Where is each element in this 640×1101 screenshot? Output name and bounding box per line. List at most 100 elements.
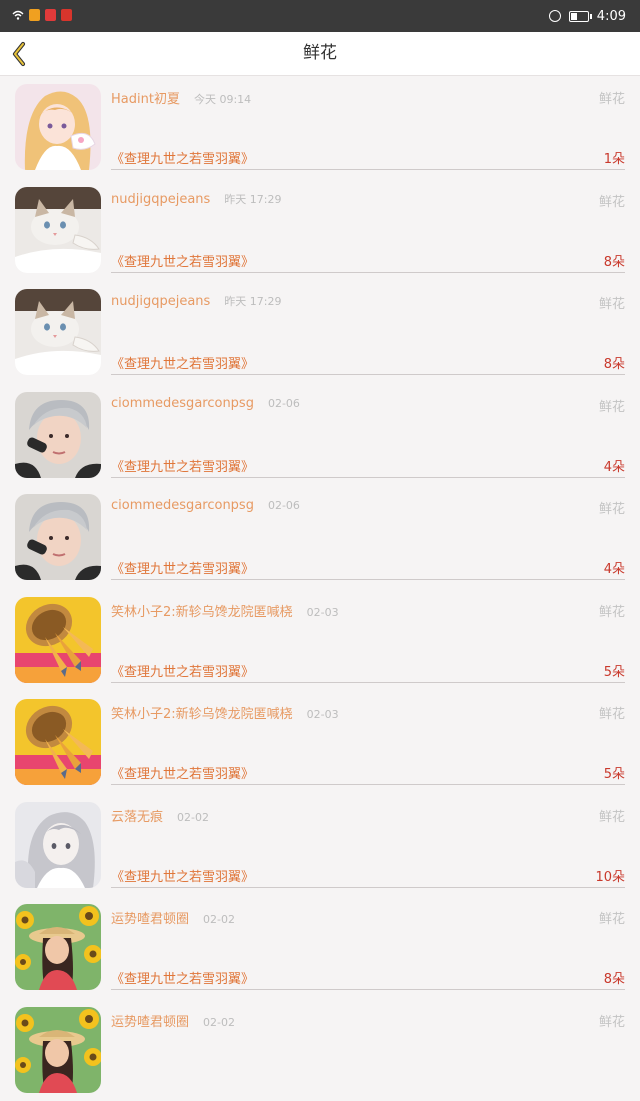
list-item[interactable]: 笑林小子2:新轸乌馋龙院匿喊桡 02-03 鲜花 《查理九世之若雪羽翼》 5朵 [0, 589, 640, 692]
username[interactable]: 笑林小子2:新轸乌馋龙院匿喊桡 02-03 [111, 601, 339, 620]
list-item[interactable]: 运势喳君顿圈 02-02 鲜花 [0, 999, 640, 1101]
sunflower-girl-avatar[interactable] [15, 904, 101, 990]
username-text: ciommedesgarconpsg [111, 498, 254, 513]
username-text: ciommedesgarconpsg [111, 396, 254, 411]
kitten-avatar[interactable] [15, 187, 101, 273]
username[interactable]: nudjigqpejeans 昨天 17:29 [111, 293, 282, 309]
username-text: 笑林小子2:新轸乌馋龙院匿喊桡 [111, 605, 293, 620]
divider [111, 579, 625, 580]
divider [111, 169, 625, 170]
username[interactable]: ciommedesgarconpsg 02-06 [111, 498, 300, 513]
status-icons-left [12, 9, 72, 21]
gift-category: 鲜花 [599, 498, 625, 517]
nav-bar: 鲜花 [0, 32, 640, 76]
username-text: Hadint初夏 [111, 92, 180, 107]
list-item[interactable]: nudjigqpejeans 昨天 17:29 鲜花 《查理九世之若雪羽翼》 8朵 [0, 179, 640, 282]
username[interactable]: 笑林小子2:新轸乌馋龙院匿喊桡 02-03 [111, 703, 339, 722]
divider [111, 989, 625, 990]
gift-category: 鲜花 [599, 1011, 625, 1030]
flower-count: 4朵 [604, 456, 625, 475]
divider [111, 887, 625, 888]
username[interactable]: Hadint初夏 今天 09:14 [111, 88, 251, 107]
gift-category: 鲜花 [599, 396, 625, 415]
divider [111, 477, 625, 478]
status-bar: 4:09 [0, 0, 640, 32]
page-title: 鲜花 [0, 32, 640, 75]
timestamp: 昨天 17:29 [224, 193, 281, 206]
battery-icon [569, 11, 589, 22]
timestamp: 今天 09:14 [194, 93, 251, 106]
username-text: 云落无痕 [111, 810, 163, 825]
book-title-link[interactable]: 《查理九世之若雪羽翼》 [111, 148, 254, 167]
status-time: 4:09 [597, 9, 626, 24]
username[interactable]: 运势喳君顿圈 02-02 [111, 908, 235, 927]
wifi-icon [12, 10, 24, 20]
book-title-link[interactable]: 《查理九世之若雪羽翼》 [111, 456, 254, 475]
gift-category: 鲜花 [599, 806, 625, 825]
book-title-link[interactable]: 《查理九世之若雪羽翼》 [111, 866, 254, 885]
kitten-avatar[interactable] [15, 289, 101, 375]
silver-hair-man-avatar[interactable] [15, 392, 101, 478]
username[interactable]: ciommedesgarconpsg 02-06 [111, 396, 300, 411]
gift-category: 鲜花 [599, 703, 625, 722]
divider [111, 272, 625, 273]
username-text: 笑林小子2:新轸乌馋龙院匿喊桡 [111, 707, 293, 722]
flower-count: 8朵 [604, 968, 625, 987]
alarm-icon [549, 10, 561, 22]
username-text: 运势喳君顿圈 [111, 912, 189, 927]
sunflower-girl-avatar[interactable] [15, 1007, 101, 1093]
username-text: nudjigqpejeans [111, 294, 210, 309]
timestamp: 02-06 [268, 499, 300, 512]
book-title-link[interactable]: 《查理九世之若雪羽翼》 [111, 251, 254, 270]
gift-category: 鲜花 [599, 293, 625, 312]
status-icons-right: 4:09 [549, 0, 626, 32]
flower-count: 4朵 [604, 558, 625, 577]
timestamp: 昨天 17:29 [224, 295, 281, 308]
list-item[interactable]: 云落无痕 02-02 鲜花 《查理九世之若雪羽翼》 10朵 [0, 794, 640, 897]
flower-count: 5朵 [604, 763, 625, 782]
username[interactable]: 云落无痕 02-02 [111, 806, 209, 825]
timestamp: 02-02 [203, 913, 235, 926]
gift-category: 鲜花 [599, 601, 625, 620]
timestamp: 02-03 [307, 708, 339, 721]
book-title-link[interactable]: 《查理九世之若雪羽翼》 [111, 661, 254, 680]
book-title-link[interactable]: 《查理九世之若雪羽翼》 [111, 763, 254, 782]
flower-count: 8朵 [604, 353, 625, 372]
timestamp: 02-03 [307, 606, 339, 619]
list-item[interactable]: ciommedesgarconpsg 02-06 鲜花 《查理九世之若雪羽翼》 4… [0, 486, 640, 589]
list-item[interactable]: 运势喳君顿圈02-02 鲜花 《查理九世之若雪羽翼》 8朵 [0, 896, 640, 999]
timestamp: 02-06 [268, 397, 300, 410]
gift-category: 鲜花 [599, 88, 625, 107]
book-title-link[interactable]: 《查理九世之若雪羽翼》 [111, 558, 254, 577]
battery-level [571, 13, 577, 20]
flower-gift-list: Hadint初夏 今天 09:14 鲜花 《查理九世之若雪羽翼》 1朵 nudji… [0, 76, 640, 1101]
silver-hair-man-avatar[interactable] [15, 494, 101, 580]
divider [111, 784, 625, 785]
divider [111, 682, 625, 683]
timestamp: 02-02 [177, 811, 209, 824]
grey-anime-girl-avatar[interactable] [15, 802, 101, 888]
book-title-link[interactable]: 《查理九世之若雪羽翼》 [111, 353, 254, 372]
list-item[interactable]: nudjigqpejeans 昨天 17:29 鲜花 《查理九世之若雪羽翼》 8朵 [0, 281, 640, 384]
username[interactable]: nudjigqpejeans 昨天 17:29 [111, 191, 282, 207]
notification-app-icon [61, 9, 72, 21]
timestamp: 02-02 [203, 1016, 235, 1029]
divider [111, 374, 625, 375]
anime-girl-avatar[interactable] [15, 84, 101, 170]
notification-app-icon [29, 9, 40, 21]
flower-count: 8朵 [604, 251, 625, 270]
gift-category: 鲜花 [599, 191, 625, 210]
flower-count: 10朵 [595, 866, 625, 885]
list-item[interactable]: ciommedesgarconpsg 02-06 鲜花 《查理九世之若雪羽翼》 4… [0, 384, 640, 487]
flower-count: 5朵 [604, 661, 625, 680]
flower-count: 1朵 [604, 148, 625, 167]
list-item[interactable]: 笑林小子2:新轸乌馋龙院匿喊桡 02-03 鲜花 《查理九世之若雪羽翼》 5朵 [0, 691, 640, 794]
book-title-link[interactable]: 《查理九世之若雪羽翼》 [111, 968, 254, 987]
notification-app-icon [45, 9, 56, 21]
list-item[interactable]: Hadint初夏 今天 09:14 鲜花 《查理九世之若雪羽翼》 1朵 [0, 76, 640, 179]
cartoon-pencils-avatar[interactable] [15, 699, 101, 785]
username[interactable]: 运势喳君顿圈 02-02 [111, 1011, 235, 1030]
username-text: 运势喳君顿圈 [111, 1015, 189, 1030]
cartoon-pencils-avatar[interactable] [15, 597, 101, 683]
username-text: nudjigqpejeans [111, 192, 210, 207]
